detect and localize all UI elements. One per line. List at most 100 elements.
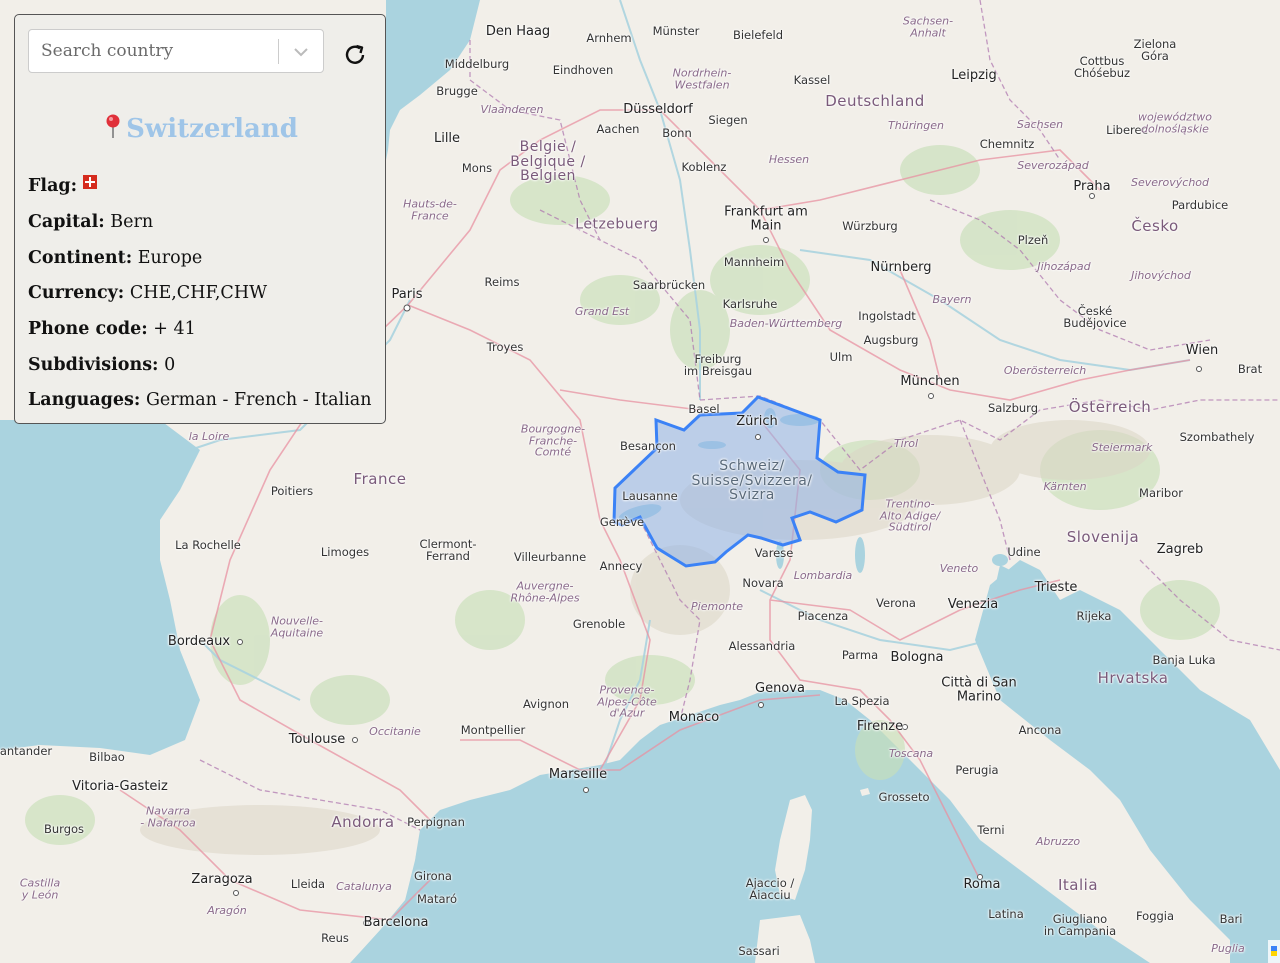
map-label-marseille: Marseille (548, 767, 608, 783)
currency-row: Currency: CHE,CHF,CHW (28, 283, 267, 303)
map-label-perpignan: Perpignan (407, 814, 465, 829)
map-label-pardubice: Pardubice (1171, 197, 1229, 212)
chevron-down-icon[interactable] (291, 42, 311, 62)
map-label-castilla: Castilla y León (19, 876, 61, 901)
phone-code-row: Phone code: + 41 (28, 319, 196, 339)
flag-label: Flag: (28, 176, 78, 196)
map-label-frankfurt: Frankfurt am Main (724, 204, 808, 233)
map-label-karlsruhe: Karlsruhe (722, 296, 778, 311)
map-label-severovychod: Severovýchod (1130, 176, 1210, 190)
map-label-alessandria: Alessandria (728, 638, 796, 653)
map-label-bourgogne: Bourgogne- Franche- Comté (520, 422, 586, 459)
map-label-salzburg: Salzburg (988, 400, 1038, 415)
map-label-annecy: Annecy (599, 558, 643, 573)
map-label-siegen: Siegen (708, 112, 748, 127)
map-label-monaco: Monaco (668, 710, 720, 726)
map-label-trentino: Trentino- Alto Adige/Südtirol (879, 497, 941, 534)
map-label-la-rochelle: La Rochelle (175, 537, 241, 552)
map-label-loire: la Loire (188, 430, 230, 444)
map-label-aragon: Aragón (207, 904, 247, 918)
continent-label: Continent: (28, 248, 133, 268)
map-label-france: France (353, 470, 407, 489)
map-label-sassari: Sassari (738, 943, 780, 958)
map-label-zagreb: Zagreb (1156, 542, 1204, 558)
map-label-abruzzo: Abruzzo (1035, 835, 1081, 849)
map-label-mannheim: Mannheim (723, 254, 785, 269)
map-label-vlaanderen: Vlaanderen (480, 103, 544, 117)
map-label-arnhem: Arnhem (586, 30, 632, 45)
map-label-paris: Paris (391, 287, 423, 303)
map-label-navarra: Navarra - Nafarroa (140, 804, 196, 829)
map-label-piemonte: Piemonte (691, 600, 743, 614)
map-label-tirol: Tirol (893, 437, 919, 451)
map-label-occitanie: Occitanie (369, 725, 421, 739)
map-label-banja-luka: Banja Luka (1152, 652, 1216, 667)
map-label-bielefeld: Bielefeld (732, 27, 784, 42)
map-label-bilbao: Bilbao (89, 749, 125, 764)
map-label-avignon: Avignon (522, 696, 570, 711)
map-label-lausanne: Lausanne (622, 488, 678, 503)
map-label-oberosterreich: Oberösterreich (1003, 364, 1087, 378)
map-label-karnten: Kärnten (1043, 480, 1087, 494)
map-label-veneto: Veneto (939, 562, 979, 576)
map-label-varese: Varese (754, 545, 794, 560)
map-label-brugge: Brugge (436, 83, 478, 98)
map-label-maribor: Maribor (1139, 485, 1183, 500)
phone-code-label: Phone code: (28, 319, 148, 339)
flag-row: Flag: (28, 175, 98, 196)
map-label-santander: antander (0, 743, 53, 758)
map-label-leipzig: Leipzig (951, 68, 997, 84)
phone-code-value: + 41 (153, 319, 196, 339)
map-label-lleida: Lleida (290, 876, 326, 891)
subdivisions-row: Subdivisions: 0 (28, 355, 175, 375)
map-label-foggia: Foggia (1135, 908, 1175, 923)
map-label-germany: Deutschland (825, 92, 925, 111)
map-label-giugliano: Giugliano in Campania (1043, 911, 1117, 938)
map-label-san-marino: Città di San Marino (941, 675, 1017, 704)
map-label-zaragoza: Zaragoza (191, 872, 253, 888)
refresh-icon[interactable] (341, 41, 369, 69)
map-label-hessen: Hessen (768, 153, 810, 167)
map-label-vitoria: Vitoria-Gasteiz (72, 779, 168, 795)
map-label-la-spezia: La Spezia (834, 693, 890, 708)
map-label-villeurbanne: Villeurbanne (513, 549, 587, 564)
map-label-firenze: Firenze (856, 719, 904, 735)
continent-row: Continent: Europe (28, 248, 202, 268)
search-input[interactable] (41, 40, 271, 62)
map-label-barcelona: Barcelona (363, 915, 429, 931)
map-label-bari: Bari (1219, 911, 1243, 926)
map-label-den-haag: Den Haag (485, 24, 551, 40)
map-label-reus: Reus (321, 930, 349, 945)
round-pushpin-icon (106, 114, 120, 138)
map-label-czechia: Česko (1131, 217, 1179, 236)
map-label-provence: Provence- Alpes-Côte d'Azur (597, 683, 657, 720)
map-label-ingolstadt: Ingolstadt (858, 308, 916, 323)
map-label-poitiers: Poitiers (270, 483, 314, 498)
map-label-jihovychod: Jihovýchod (1131, 269, 1191, 283)
map-label-burgos: Burgos (43, 821, 85, 836)
map-label-nouvelle-aquitaine: Nouvelle- Aquitaine (270, 614, 324, 639)
map-label-limoges: Limoges (320, 544, 370, 559)
map-label-terni: Terni (977, 822, 1005, 837)
map-label-udine: Udine (1007, 544, 1041, 559)
map-label-budejovice: České Budějovice (1063, 303, 1127, 330)
languages-value: German - French - Italian (145, 390, 372, 410)
map-label-saarbrucken: Saarbrücken (632, 277, 706, 292)
map-label-augsburg: Augsburg (863, 332, 919, 347)
map-label-latina: Latina (988, 906, 1024, 921)
map-label-reims: Reims (484, 274, 520, 289)
map-label-switzerland-local: Schweiz/Suisse/Svizzera/Svizra (691, 457, 813, 504)
map-label-bordeaux: Bordeaux (167, 634, 231, 650)
map-label-sachsen: Sachsen (1016, 118, 1064, 132)
map-label-troyes: Troyes (486, 339, 524, 354)
map-label-baden: Baden-Württemberg (729, 317, 843, 331)
map-label-toulouse: Toulouse (288, 732, 346, 748)
map-label-lille: Lille (433, 131, 461, 147)
map-label-trieste: Trieste (1034, 580, 1078, 596)
map-label-thuringen: Thüringen (888, 119, 944, 133)
country-search-select[interactable] (28, 29, 324, 73)
map-label-zielona-gora: Zielona Góra (1133, 36, 1177, 63)
map-label-piacenza: Piacenza (797, 608, 849, 623)
map-label-ajaccio: Ajaccio / Aiacciu (745, 875, 795, 902)
map-label-steiermark: Steiermark (1091, 441, 1153, 455)
